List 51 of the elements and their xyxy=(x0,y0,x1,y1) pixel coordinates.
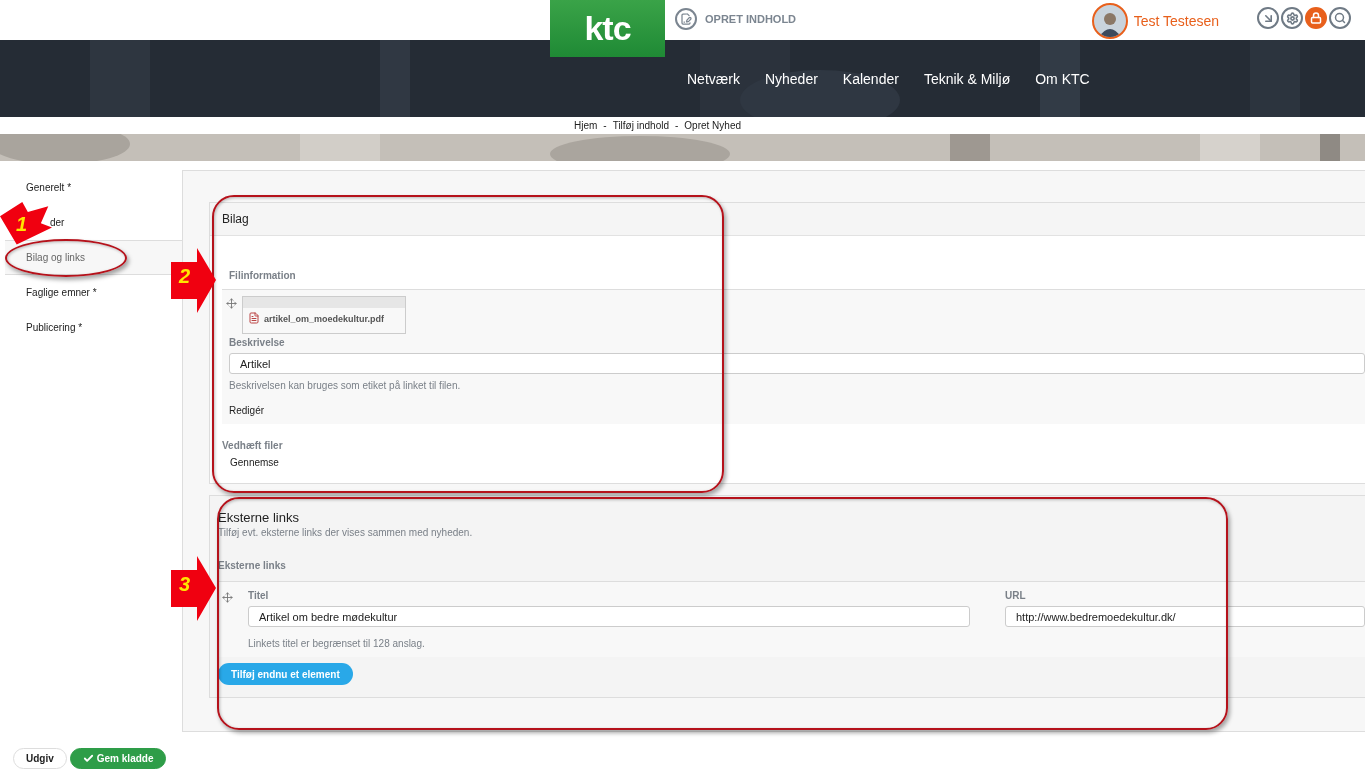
check-icon xyxy=(82,753,94,764)
edit-icon xyxy=(675,8,697,30)
section-description: Tilføj evt. eksterne links der vises sammen med nyheden. xyxy=(218,527,474,538)
avatar-icon xyxy=(1091,3,1128,39)
field-label: Vedhæft filer xyxy=(222,439,284,451)
field-label: Filinformation xyxy=(228,270,297,281)
edit-link[interactable]: Redigér xyxy=(229,405,265,416)
callout-number: 3 xyxy=(179,574,191,594)
breadcrumb-separator: - xyxy=(603,120,607,131)
user-link[interactable]: Test Testesen xyxy=(1091,3,1219,39)
nav-link[interactable]: Nyheder xyxy=(764,70,818,87)
field-hint: Linkets titel er begrænset til 128 anslag. xyxy=(248,638,426,649)
toolbar-button[interactable] xyxy=(1329,7,1351,29)
section-title: Eksterne links xyxy=(218,510,300,525)
create-content-link[interactable]: OPRET INDHOLD xyxy=(675,8,797,30)
sidebar-tab[interactable]: der xyxy=(48,214,67,231)
file-name: artikel_om_moedekultur.pdf xyxy=(264,314,385,324)
description-field[interactable]: Artikel xyxy=(229,353,1365,374)
toolbar-button[interactable] xyxy=(1257,7,1279,29)
breadcrumb-link[interactable]: Hjem xyxy=(573,120,598,131)
toolbar-button[interactable] xyxy=(1305,7,1327,29)
sidebar-tab[interactable]: Faglige emner * xyxy=(24,284,99,301)
nav-link[interactable]: Kalender xyxy=(842,70,899,87)
link-title-field[interactable]: Artikel om bedre mødekultur xyxy=(248,606,970,627)
lock-icon xyxy=(1310,12,1322,24)
drag-handle-icon[interactable] xyxy=(226,296,237,309)
publish-button[interactable]: Udgiv xyxy=(13,748,67,769)
nav-link[interactable]: Teknik & Miljø xyxy=(923,70,1011,87)
nav-link[interactable]: Netværk xyxy=(687,70,740,87)
field-label: URL xyxy=(1005,590,1027,601)
field-hint: Beskrivelsen kan bruges som etiket på linket til filen. xyxy=(229,380,462,391)
section-title: Bilag xyxy=(210,203,1365,236)
url-field[interactable]: http://www.bedremoedekultur.dk/ xyxy=(1005,606,1365,627)
browse-button[interactable]: Gennemse xyxy=(230,457,279,468)
toolbar-button[interactable] xyxy=(1281,7,1303,29)
callout-number: 1 xyxy=(16,214,28,234)
sidebar-tab[interactable]: Publicering * xyxy=(24,319,85,336)
ktc-logo[interactable]: ktc xyxy=(550,0,665,57)
breadcrumb-separator: - xyxy=(675,120,679,131)
pdf-file-icon xyxy=(248,312,260,324)
search-icon xyxy=(1334,12,1346,24)
settings-icon xyxy=(1285,11,1299,25)
nav-link[interactable]: Om KTC xyxy=(1035,70,1090,87)
breadcrumb-link[interactable]: Opret Nyhed xyxy=(684,120,742,131)
field-label: Eksterne links xyxy=(218,559,287,571)
callout-number: 2 xyxy=(179,266,191,286)
breadcrumb-link[interactable]: Tilføj indhold xyxy=(612,120,669,131)
field-label: Titel xyxy=(248,590,270,601)
sidebar-tab[interactable]: Bilag og links xyxy=(24,249,87,266)
field-label: Beskrivelse xyxy=(229,336,286,350)
sidebar-tab[interactable]: Generelt * xyxy=(24,179,74,196)
